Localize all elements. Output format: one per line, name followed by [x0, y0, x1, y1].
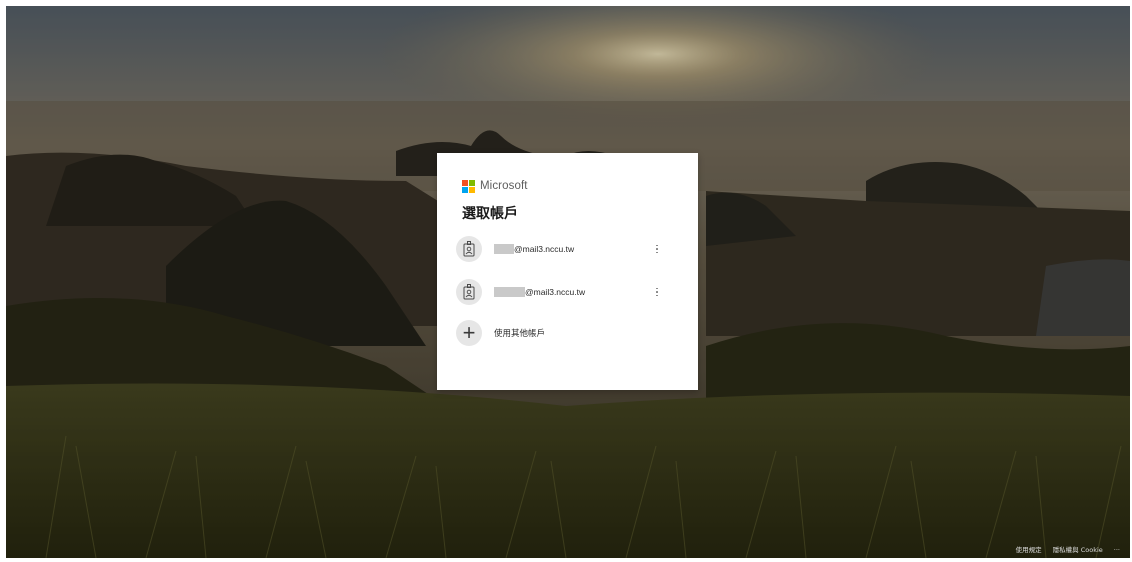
microsoft-logo-text: Microsoft [480, 180, 528, 192]
microsoft-brand: Microsoft [462, 179, 528, 193]
dialog-title: 選取帳戶 [462, 206, 518, 222]
account-email-domain: @mail3.nccu.tw [525, 287, 586, 297]
badge-person-icon [456, 279, 482, 305]
account-email-domain: @mail3.nccu.tw [514, 244, 575, 254]
terms-link[interactable]: 使用規定 [1016, 544, 1042, 554]
use-another-account-button[interactable]: + 使用其他帳戶 [451, 313, 684, 353]
account-email: @mail3.nccu.tw [494, 244, 574, 254]
account-email: @mail3.nccu.tw [494, 287, 585, 297]
redacted-username [494, 287, 525, 297]
redacted-username [494, 244, 514, 254]
account-picker-dialog: Microsoft 選取帳戶 @mail3.nccu.tw @mail3.ncc… [437, 153, 698, 390]
account-tile-2[interactable]: @mail3.nccu.tw [451, 272, 684, 312]
use-another-account-label: 使用其他帳戶 [494, 329, 546, 339]
account-tile-1[interactable]: @mail3.nccu.tw [451, 229, 684, 269]
privacy-cookies-link[interactable]: 隱私權與 Cookie [1053, 544, 1103, 554]
more-options-button[interactable] [652, 241, 662, 257]
more-options-button[interactable] [652, 284, 662, 300]
footer-links: 使用規定 隱私權與 Cookie ... [1016, 544, 1120, 554]
badge-person-icon [456, 236, 482, 262]
plus-icon: + [456, 320, 482, 346]
microsoft-logo-icon [462, 179, 475, 193]
footer-more-button[interactable]: ... [1114, 544, 1120, 554]
